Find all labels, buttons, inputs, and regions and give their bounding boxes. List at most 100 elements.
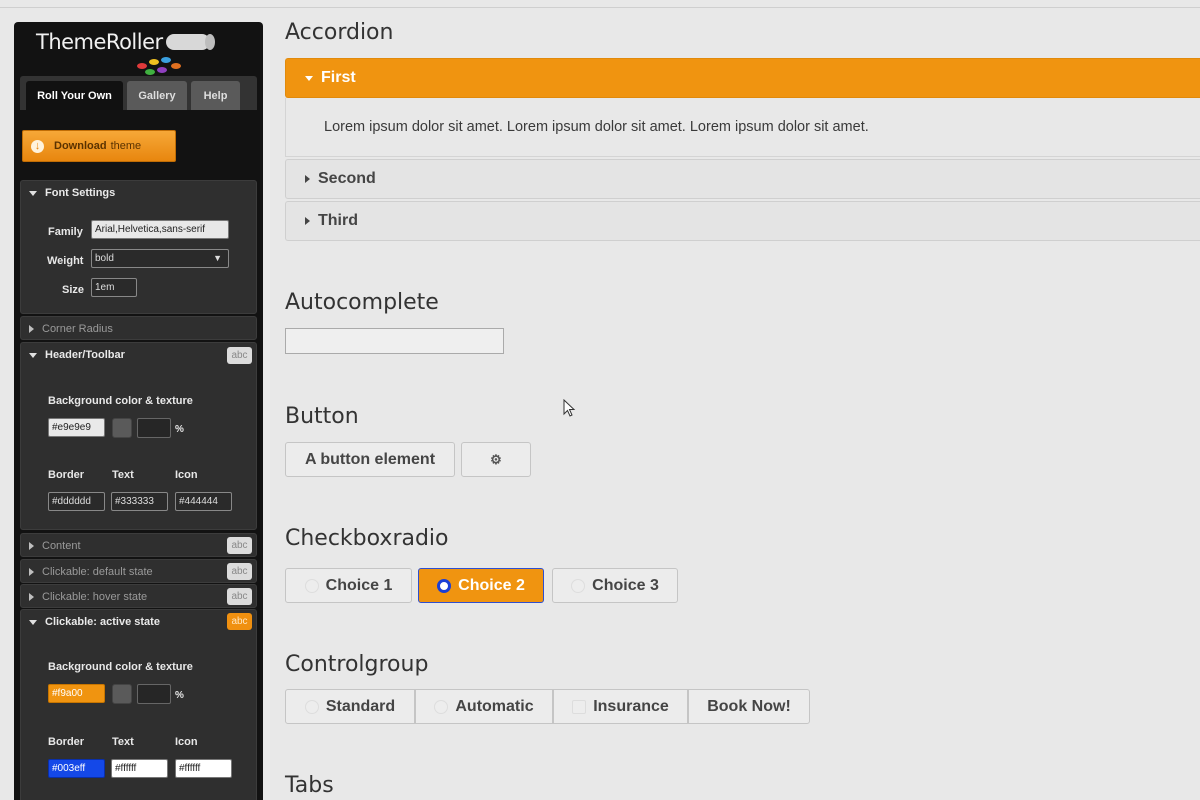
text-label: Text [112,469,134,481]
panel-corner-radius-header[interactable]: Corner Radius [21,317,256,341]
triangle-right-icon [305,175,310,183]
radio-label: Choice 3 [592,576,659,594]
accordion-header-label: Second [318,170,376,187]
panel-clickable-default-header[interactable]: Clickable: default state abc [21,560,256,584]
download-arrow-icon: ↓ [31,139,44,153]
radio-checked-icon [437,578,452,593]
controlgroup-label: Automatic [455,697,534,715]
radio-label: Choice 2 [458,576,525,594]
radio-icon [434,699,449,714]
bg-color-input[interactable]: #f9a00 [48,684,105,703]
panel-clickable-active: Clickable: active state abc Background c… [20,609,257,800]
opacity-input[interactable] [137,684,171,704]
accordion-panel-content: Lorem ipsum dolor sit amet. Lorem ipsum … [285,98,1200,157]
weight-label: Weight [47,255,84,267]
panel-clickable-hover-header[interactable]: Clickable: hover state abc [21,585,256,609]
triangle-right-icon [29,568,34,576]
tab-help[interactable]: Help [191,81,240,110]
radio-choice-1[interactable]: Choice 1 [285,568,412,603]
triangle-right-icon [305,217,310,225]
texture-swatch[interactable] [112,418,132,438]
border-color-input[interactable]: #dddddd [48,492,105,511]
accordion-header-third[interactable]: Third [285,201,1200,241]
size-input[interactable]: 1em [91,278,137,297]
icon-button[interactable]: ⚙ [461,442,531,477]
icon-label: Icon [175,469,198,481]
panel-corner-radius: Corner Radius [20,316,257,340]
paint-roller-icon [137,34,215,75]
sidebar-tabbar: Roll Your Own Gallery Help [20,76,257,110]
preview-badge: abc [227,613,252,630]
triangle-right-icon [29,542,34,550]
gear-icon: ⚙ [490,451,502,467]
controlgroup-standard[interactable]: Standard [285,689,415,724]
radio-icon [304,699,319,714]
panel-content-header[interactable]: Content abc [21,534,256,558]
panel-clickable-default: Clickable: default state abc [20,559,257,583]
panel-header-toolbar-header[interactable]: Header/Toolbar abc [21,343,256,367]
panel-clickable-hover: Clickable: hover state abc [20,584,257,608]
autocomplete-input[interactable] [285,328,504,354]
triangle-down-icon [29,190,37,196]
triangle-right-icon [29,593,34,601]
chevron-down-icon: ▼ [213,253,222,263]
text-color-input[interactable]: #333333 [111,492,168,511]
accordion-header-label: First [321,69,356,86]
triangle-down-icon [29,352,37,358]
panel-font-settings: Font Settings Family Arial,Helvetica,san… [20,180,257,314]
opacity-input[interactable] [137,418,171,438]
radio-choice-2[interactable]: Choice 2 [418,568,544,603]
family-input[interactable]: Arial,Helvetica,sans-serif [91,220,229,239]
accordion-header-label: Third [318,212,358,229]
texture-swatch[interactable] [112,684,132,704]
tab-gallery[interactable]: Gallery [127,81,187,110]
panel-font-settings-header[interactable]: Font Settings [21,181,256,205]
section-title-button: Button [285,404,359,429]
controlgroup-book-now[interactable]: Book Now! [688,689,810,724]
radio-icon [304,578,319,593]
panel-content: Content abc [20,533,257,557]
preview-badge: abc [227,537,252,554]
radio-choice-3[interactable]: Choice 3 [552,568,678,603]
size-label: Size [62,284,85,296]
border-label: Border [48,736,85,748]
checkbox-icon [572,699,587,714]
icon-color-input[interactable]: #ffffff [175,759,232,778]
download-label-suffix: theme [110,140,142,152]
tab-roll-your-own[interactable]: Roll Your Own [26,81,123,110]
percent-label: % [175,690,184,701]
family-label: Family [48,226,83,238]
text-label: Text [112,736,134,748]
panel-header-toolbar: Header/Toolbar abc Background color & te… [20,342,257,530]
controlgroup-label: Insurance [593,697,669,715]
panel-content-title: Content [42,540,81,552]
mouse-cursor-icon [563,399,576,417]
section-title-controlgroup: Controlgroup [285,652,429,677]
panel-clickable-active-header[interactable]: Clickable: active state abc [21,610,256,634]
controlgroup-label: Standard [325,697,396,715]
controlgroup-insurance[interactable]: Insurance [553,689,688,724]
accordion-header-second[interactable]: Second [285,159,1200,199]
preview-badge: abc [227,347,252,364]
download-label: Download [54,140,107,152]
border-label: Border [48,469,85,481]
icon-color-input[interactable]: #444444 [175,492,232,511]
themeroller-sidebar: ThemeRoller Roll Your Own Gallery Help ↓… [14,22,263,800]
radio-label: Choice 1 [325,576,393,594]
controlgroup-automatic[interactable]: Automatic [415,689,553,724]
icon-label: Icon [175,736,198,748]
section-title-accordion: Accordion [285,20,394,45]
percent-label: % [175,424,184,435]
weight-select[interactable]: bold ▼ [91,249,229,268]
section-title-autocomplete: Autocomplete [285,290,439,315]
bg-color-input[interactable]: #e9e9e9 [48,418,105,437]
text-color-input[interactable]: #ffffff [111,759,168,778]
download-theme-button[interactable]: ↓ Download theme [22,130,176,162]
triangle-down-icon [305,75,313,81]
button-element[interactable]: A button element [285,442,455,477]
panel-header-toolbar-title: Header/Toolbar [45,349,125,361]
accordion-header-first[interactable]: First [285,58,1200,98]
preview-badge: abc [227,563,252,580]
border-color-input[interactable]: #003eff [48,759,105,778]
triangle-down-icon [29,619,37,625]
